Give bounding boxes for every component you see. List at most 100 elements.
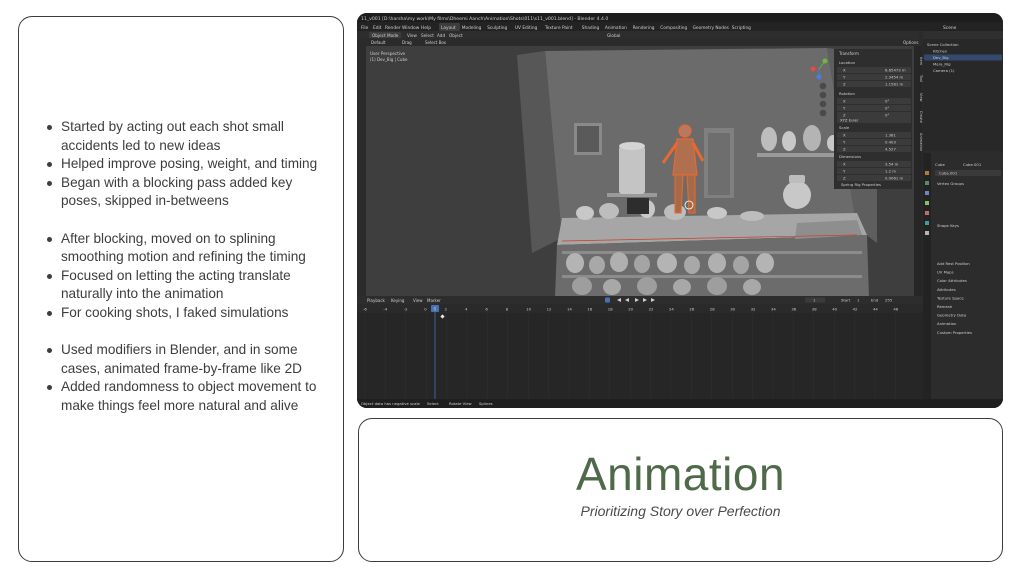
transform-value[interactable]: 0.403	[885, 140, 896, 145]
transform-value[interactable]: 1.381	[885, 133, 896, 138]
properties-section[interactable]: Remesh	[937, 304, 953, 309]
rotation-fields: X 0°Y 0°Z 0°	[837, 98, 911, 118]
properties-section[interactable]: Shape Keys	[937, 223, 959, 228]
timeline-tick: 14	[567, 307, 572, 312]
timeline-tick: 26	[689, 307, 694, 312]
workspace-tab-modeling[interactable]: Modeling	[462, 25, 482, 31]
dimensions-fields: X 3.54 mY 1.2 mZ 0.0061 m	[837, 161, 911, 181]
properties-section[interactable]: Vertex Groups	[937, 181, 964, 186]
bullet-item: Added randomness to object movement to m…	[43, 378, 333, 415]
transform-value[interactable]: 4.527	[885, 147, 896, 152]
axis-label: Z	[843, 176, 846, 181]
transform-value[interactable]: 3.54 m	[885, 162, 899, 167]
sidebar-tab-item[interactable]: Item	[919, 57, 923, 66]
timeline-tick: 28	[710, 307, 715, 312]
timeline-tick: 20	[628, 307, 633, 312]
transform-field[interactable]	[837, 146, 911, 152]
transform-value[interactable]: 0.0061 m	[885, 176, 903, 181]
outliner-item[interactable]: Dev_Big	[933, 55, 949, 60]
transform-field[interactable]	[837, 161, 911, 167]
menu-render[interactable]: Render	[385, 25, 401, 31]
workspace-tab-animation[interactable]: Animation	[605, 25, 627, 31]
viewport-sublabel: (1) Dev_Big | Cube	[370, 57, 408, 62]
header-object-menu[interactable]: Object	[449, 33, 463, 38]
sidebar-tab-create[interactable]: Create	[919, 111, 923, 124]
timeline-playback-menu[interactable]: Playback	[367, 298, 386, 303]
workspace-tab-geometry-nodes[interactable]: Geometry Nodes	[693, 25, 730, 31]
timeline-view-menu[interactable]: View	[413, 298, 423, 303]
outliner-item[interactable]: Mera_Rig	[933, 62, 951, 67]
transform-field[interactable]	[837, 168, 911, 174]
orientation-selector[interactable]: Default	[371, 40, 386, 45]
header-select-menu[interactable]: Select	[421, 33, 434, 38]
outliner-item[interactable]: Kitchen	[933, 49, 948, 54]
timeline-tick: 38	[812, 307, 817, 312]
sidebar-tab-tool[interactable]: Tool	[919, 74, 923, 82]
outliner-item[interactable]: Camera (1)	[933, 68, 955, 73]
location-label: Location	[839, 60, 856, 65]
scene-selector[interactable]: Scene	[943, 25, 957, 31]
properties-section[interactable]: Attributes	[937, 287, 956, 292]
select-box-selector[interactable]: Select Box	[425, 40, 447, 45]
properties-section[interactable]: Texture Space	[936, 295, 964, 300]
axis-label: X	[843, 162, 846, 167]
transform-value[interactable]: 6.65473 m	[885, 68, 906, 73]
transform-value[interactable]: 2.3454 m	[885, 75, 903, 80]
properties-section[interactable]: Add Rest Position	[937, 261, 970, 266]
workspace-tab-layout[interactable]: Layout	[441, 25, 456, 31]
timeline-tick: 46	[893, 307, 898, 312]
options-button[interactable]: Options	[903, 40, 918, 45]
sidebar-tab-animation[interactable]: Animation	[919, 133, 923, 151]
outliner-item[interactable]: Scene Collection	[927, 42, 959, 47]
timeline-tick: 34	[771, 307, 776, 312]
workspace-tab-rendering[interactable]: Rendering	[633, 25, 655, 31]
timeline-marker-menu[interactable]: Marker	[427, 298, 441, 303]
axis-label: X	[843, 68, 846, 73]
timeline-tick: 32	[751, 307, 756, 312]
properties-section[interactable]: Custom Properties	[937, 330, 972, 335]
transform-field[interactable]	[837, 105, 911, 111]
workspace-tab-shading[interactable]: Shading	[582, 25, 600, 31]
workspace-tab-scripting[interactable]: Scripting	[732, 25, 751, 31]
workspace-tab-texture-paint[interactable]: Texture Paint	[544, 25, 573, 31]
timeline-body[interactable]	[357, 313, 923, 399]
mode-selector[interactable]: Object Mode	[372, 33, 399, 38]
transform-orientation[interactable]: Global	[607, 33, 620, 38]
menu-edit[interactable]: Edit	[373, 25, 382, 31]
axis-label: Z	[843, 82, 846, 87]
timeline-keying-menu[interactable]: Keying	[391, 298, 405, 303]
transform-field[interactable]	[837, 139, 911, 145]
drag-selector[interactable]: Drag	[402, 40, 412, 45]
scale-fields: X 1.381Y 0.403Z 4.527	[837, 132, 911, 152]
end-frame-label: End	[871, 298, 879, 303]
end-frame-field[interactable]: 255	[885, 298, 893, 303]
transform-value[interactable]: 0°	[885, 113, 889, 118]
workspace-tab-sculpting[interactable]: Sculpting	[487, 25, 507, 31]
bullet-item: Helped improve posing, weight, and timin…	[43, 155, 333, 174]
workspace-tab-uv-editing[interactable]: UV Editing	[515, 25, 538, 31]
timeline-tick: 30	[730, 307, 735, 312]
transform-value[interactable]: 0°	[885, 106, 889, 111]
header-view-menu[interactable]: View	[407, 33, 418, 38]
spring-rig-properties[interactable]: Spring Rig Properties	[841, 182, 881, 187]
transform-field[interactable]	[837, 132, 911, 138]
properties-section[interactable]: UV Maps	[937, 270, 954, 275]
status-rotate-view: Rotate View	[449, 401, 472, 406]
properties-mesh-name[interactable]: Cube.001	[939, 171, 958, 176]
transform-title: Transform	[838, 51, 859, 56]
transform-value[interactable]: 1.1581 m	[885, 82, 903, 87]
transform-field[interactable]	[837, 98, 911, 104]
transform-value[interactable]: 0°	[885, 99, 889, 104]
workspace-tab-compositing[interactable]: Compositing	[660, 25, 687, 31]
properties-section[interactable]: Color Attributes	[937, 278, 967, 283]
timeline-tick: -6	[363, 307, 367, 312]
sidebar-tab-view[interactable]: View	[919, 93, 923, 102]
rotation-mode[interactable]: XYZ Euler	[840, 118, 859, 123]
menu-window[interactable]: Window	[402, 25, 420, 31]
menu-help[interactable]: Help	[421, 25, 431, 31]
properties-section[interactable]: Geometry Data	[937, 313, 966, 318]
properties-section[interactable]: Animation	[937, 321, 957, 326]
menu-file[interactable]: File	[361, 25, 369, 31]
header-add-menu[interactable]: Add	[437, 33, 445, 38]
transform-value[interactable]: 1.2 m	[885, 169, 896, 174]
